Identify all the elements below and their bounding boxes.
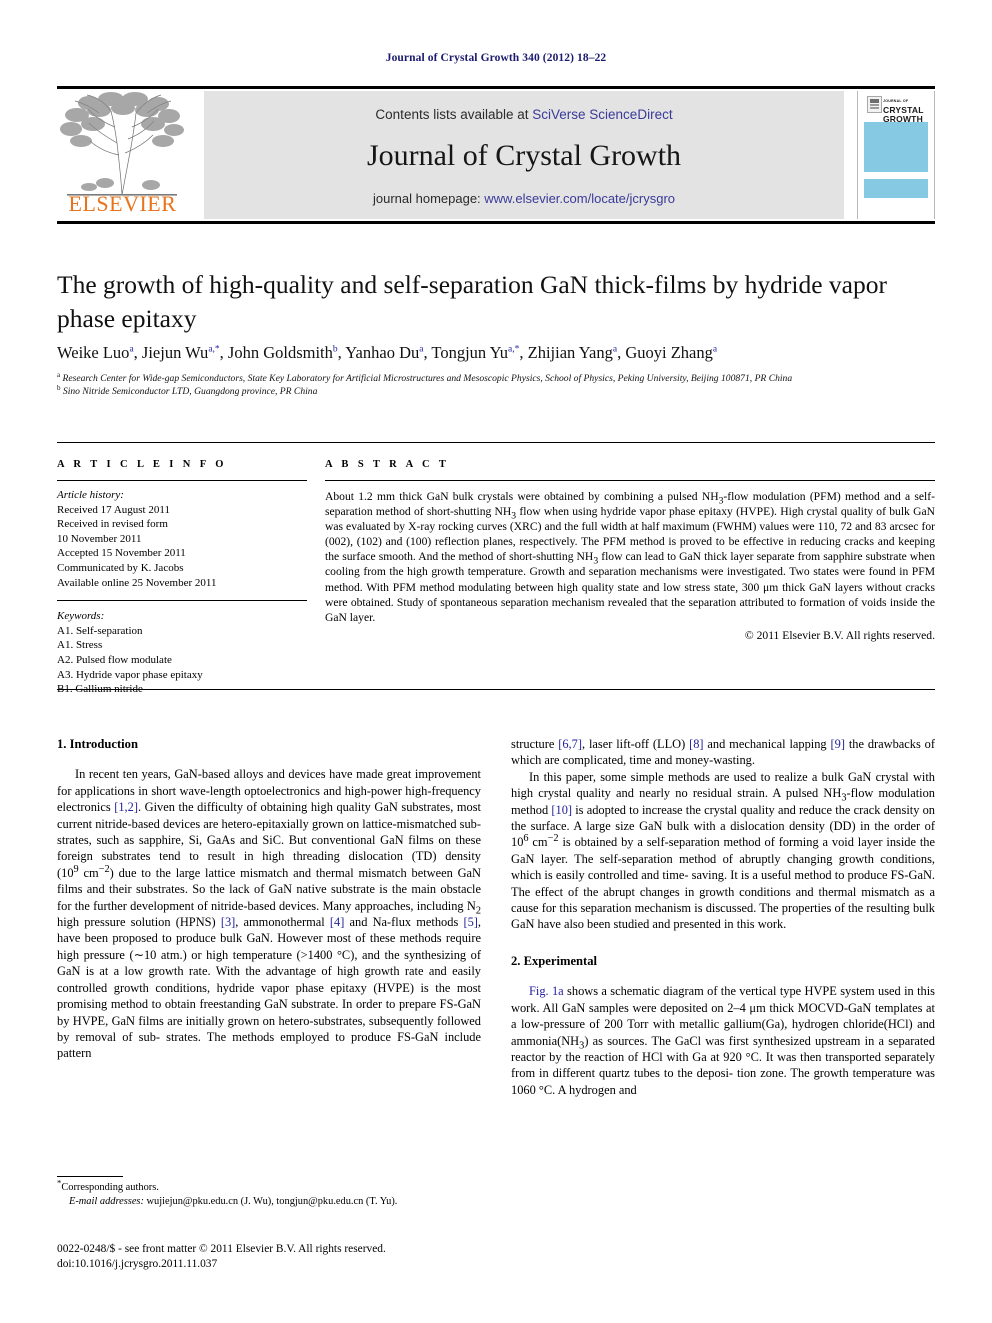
keyword-item: A3. Hydride vapor phase epitaxy <box>57 668 203 681</box>
contents-available-line: Contents lists available at SciVerse Sci… <box>204 107 844 122</box>
info-abstract-band: A R T I C L E I N F O Article history: R… <box>57 442 935 695</box>
cover-image-panel-secondary <box>864 179 928 198</box>
history-line: Received in revised form <box>57 518 168 531</box>
author-list: Weike Luoa, Jiejun Wua,*, John Goldsmith… <box>57 343 718 362</box>
journal-title: Journal of Crystal Growth <box>366 139 682 172</box>
cover-image-panel-primary <box>864 122 928 172</box>
journal-homepage-link[interactable]: www.elsevier.com/locate/jcrysgro <box>484 191 675 206</box>
body-column-right: structure [6,7], laser lift-off (LLO) [8… <box>511 736 935 1098</box>
abstract-label: A B S T R A C T <box>325 459 450 470</box>
article-info-label: A R T I C L E I N F O <box>57 459 227 470</box>
intro-paragraph-1: In recent ten years, GaN-based alloys an… <box>57 767 482 1061</box>
email-note: E-mail addresses: wujiejun@pku.edu.cn (J… <box>57 1195 481 1209</box>
history-line: Accepted 15 November 2011 <box>57 547 186 560</box>
cover-artwork: JOURNAL OFCRYSTAL GROWTH <box>864 94 928 216</box>
history-line: Communicated by K. Jacobs <box>57 561 184 574</box>
email-addresses[interactable]: wujiejun@pku.edu.cn (J. Wu), tongjun@pku… <box>147 1196 398 1207</box>
abstract-rule <box>325 480 935 481</box>
citation-ref[interactable]: [5] <box>463 915 477 929</box>
citation-ref[interactable]: [9] <box>831 737 845 751</box>
journal-homepage-line: journal homepage: www.elsevier.com/locat… <box>204 191 844 206</box>
abstract-column: A B S T R A C T About 1.2 mm thick GaN b… <box>325 442 935 642</box>
intro-paragraph-1-continued: structure [6,7], laser lift-off (LLO) [8… <box>511 737 936 768</box>
figure-ref[interactable]: Fig. 1a <box>529 984 564 998</box>
masthead-bottom-rule <box>57 221 935 224</box>
body-column-left: 1. Introduction In recent ten years, GaN… <box>57 736 481 1062</box>
article-history-title: Article history: <box>57 489 124 501</box>
keyword-item: A1. Stress <box>57 639 103 652</box>
abstract-copyright: © 2011 Elsevier B.V. All rights reserved… <box>744 628 935 642</box>
sciencedirect-link[interactable]: SciVerse ScienceDirect <box>532 107 672 122</box>
masthead-top-rule <box>57 86 935 89</box>
article-info-column: A R T I C L E I N F O Article history: R… <box>57 442 307 697</box>
affiliation-a-text: Research Center for Wide-gap Semiconduct… <box>62 373 793 384</box>
elsevier-logo: ELSEVIER <box>59 91 186 219</box>
article-page: Journal of Crystal Growth 340 (2012) 18–… <box>0 0 992 1323</box>
page-title: The growth of high-quality and self-sepa… <box>57 270 887 333</box>
article-history: Article history: Received 17 August 2011… <box>57 488 307 590</box>
band-bottom-rule <box>57 689 935 690</box>
page-footer: 0022-0248/$ - see front matter © 2011 El… <box>57 1242 517 1271</box>
affiliations: a Research Center for Wide-gap Semicondu… <box>57 370 937 398</box>
masthead-center-band: Contents lists available at SciVerse Sci… <box>203 91 844 219</box>
contents-prefix: Contents lists available at <box>375 107 533 122</box>
corresponding-author-note: *Corresponding authors. <box>57 1178 481 1195</box>
history-line: 10 November 2011 <box>57 532 142 545</box>
affiliation-a: a Research Center for Wide-gap Semicondu… <box>57 370 793 384</box>
section-heading-introduction: 1. Introduction <box>57 737 138 751</box>
corresponding-author-text: Corresponding authors. <box>61 1182 159 1193</box>
issn-copyright-line: 0022-0248/$ - see front matter © 2011 El… <box>57 1243 386 1255</box>
intro-paragraph-2: In this paper, some simple methods are u… <box>511 769 935 932</box>
affiliation-b: b Sino Nitride Semiconductor LTD, Guangd… <box>57 383 318 397</box>
affiliation-b-text: Sino Nitride Semiconductor LTD, Guangdon… <box>62 385 318 397</box>
journal-cover-thumbnail[interactable]: JOURNAL OFCRYSTAL GROWTH <box>857 91 935 219</box>
article-info-rule <box>57 480 307 481</box>
doi-line[interactable]: doi:10.1016/j.jcrysgro.2011.11.037 <box>57 1257 517 1272</box>
citation-ref[interactable]: [6,7] <box>558 737 582 751</box>
abstract-text: About 1.2 mm thick GaN bulk crystals wer… <box>325 490 935 624</box>
keywords-title: Keywords: <box>57 610 105 623</box>
keyword-item: A1. Self-separation <box>57 624 143 637</box>
citation-ref[interactable]: [4] <box>330 915 344 929</box>
cover-title: JOURNAL OFCRYSTAL GROWTH <box>883 97 928 124</box>
elsevier-wordmark: ELSEVIER <box>68 191 177 216</box>
keywords-block: Keywords: A1. Self-separation A1. Stress… <box>57 609 307 697</box>
footnote-block: *Corresponding authors. E-mail addresses… <box>57 1178 481 1209</box>
section-heading-experimental: 2. Experimental <box>511 953 598 968</box>
journal-masthead: ELSEVIER Contents lists available at Sci… <box>57 86 935 224</box>
citation-ref[interactable]: [8] <box>689 737 703 751</box>
citation-ref[interactable]: [10] <box>551 803 572 817</box>
cover-publisher-badge-icon <box>867 96 882 113</box>
experimental-paragraph-1: Fig. 1a shows a schematic diagram of the… <box>511 984 935 1097</box>
keywords-rule <box>57 600 307 602</box>
history-line: Received 17 August 2011 <box>57 503 170 516</box>
footnote-rule <box>57 1176 123 1177</box>
running-head: Journal of Crystal Growth 340 (2012) 18–… <box>385 52 607 64</box>
keyword-item: A2. Pulsed flow modulate <box>57 653 172 666</box>
history-line: Available online 25 November 2011 <box>57 576 217 589</box>
homepage-prefix: journal homepage: <box>372 191 485 206</box>
email-label: E-mail addresses: <box>69 1195 144 1207</box>
citation-ref[interactable]: [3] <box>221 915 235 929</box>
citation-ref[interactable]: [1,2] <box>114 800 138 814</box>
